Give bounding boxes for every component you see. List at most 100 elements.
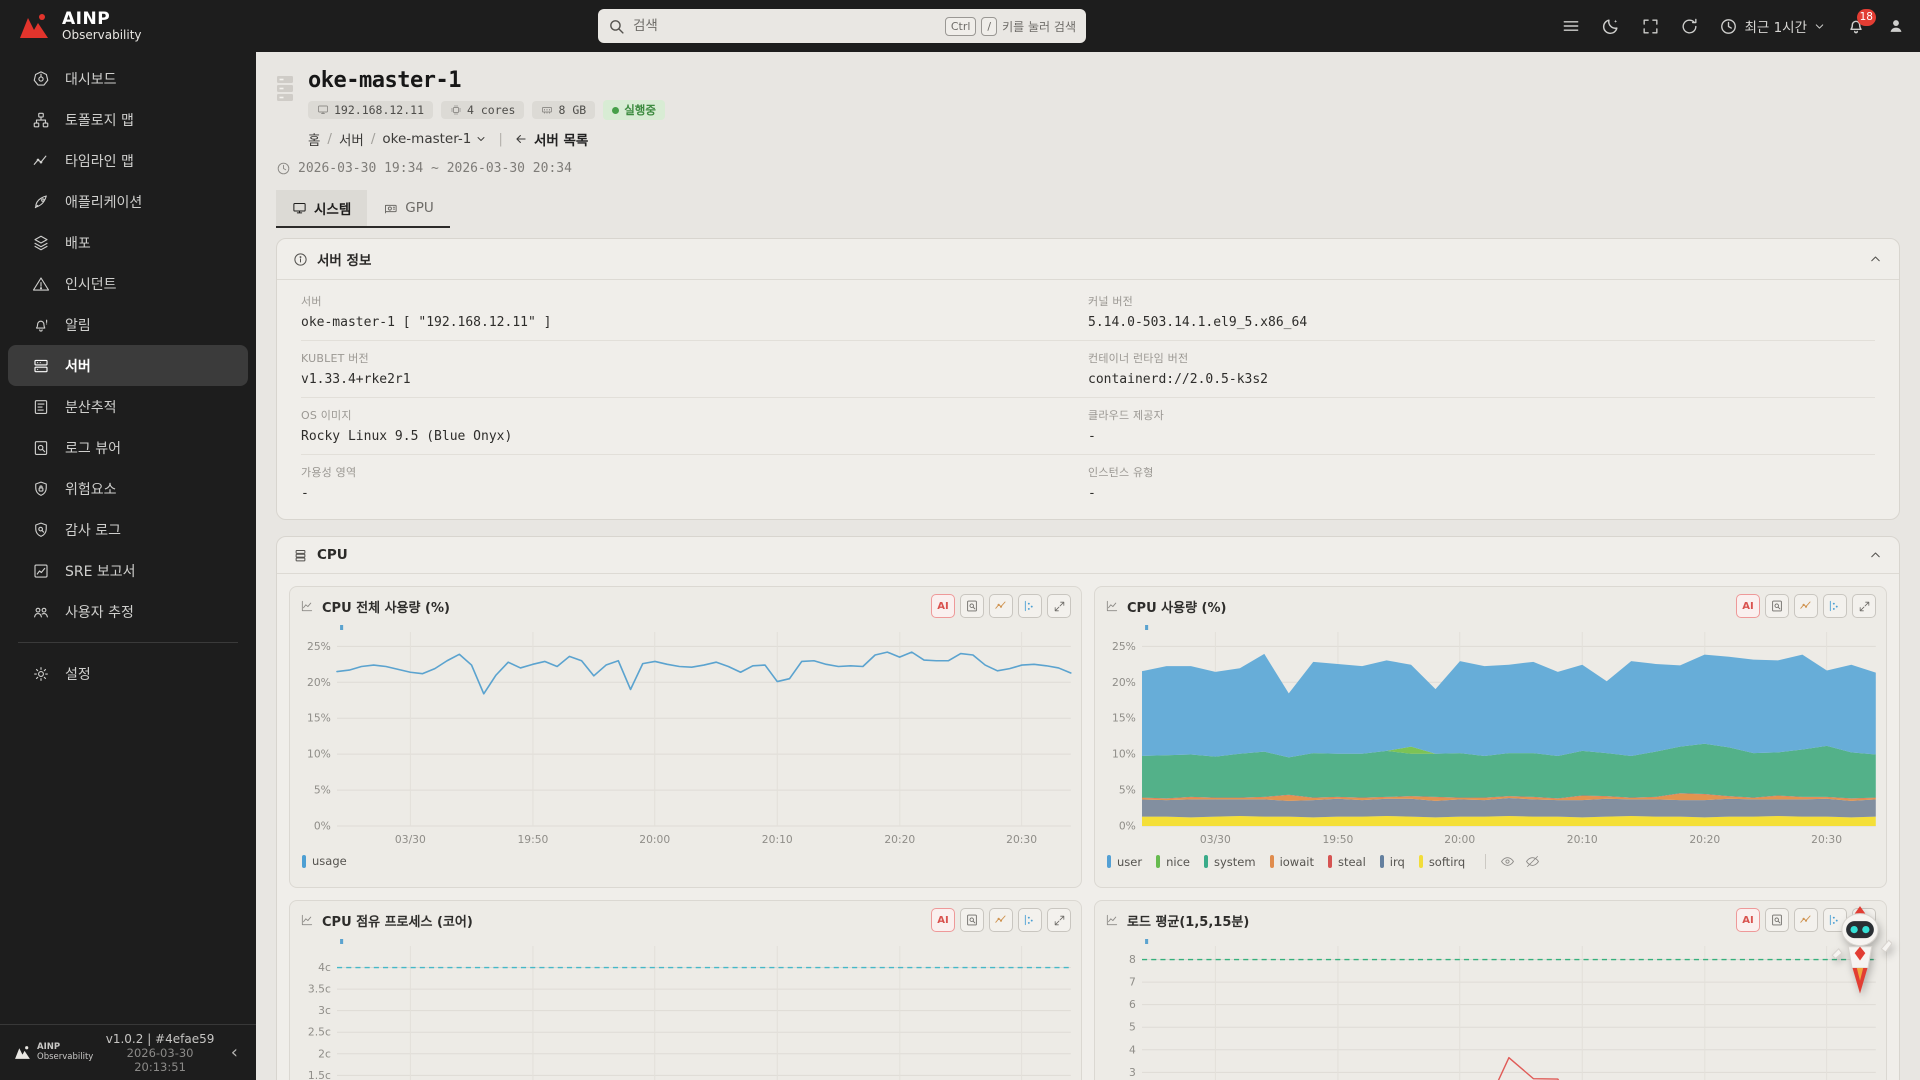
legend-tools — [1485, 854, 1540, 869]
tab-system[interactable]: 시스템 — [276, 190, 367, 226]
sidebar-item-application[interactable]: 애플리케이션 — [8, 181, 248, 222]
legend-item[interactable]: nice — [1156, 855, 1190, 869]
sidebar-item-servers[interactable]: 서버 — [8, 345, 248, 386]
notifications-button[interactable]: 18 — [1846, 16, 1866, 36]
ai-analyze-button[interactable]: AI — [1736, 594, 1760, 618]
legend-item[interactable]: softirq — [1419, 855, 1465, 869]
svg-text:5: 5 — [1129, 1021, 1136, 1034]
sidebar-item-user-estimation[interactable]: 사용자 추정 — [8, 591, 248, 632]
sidebar-item-incident[interactable]: 인시던트 — [8, 263, 248, 304]
user-profile-button[interactable] — [1886, 16, 1906, 36]
field-kubelet-version: KUBLET 버전v1.33.4+rke2r1 — [301, 341, 1088, 398]
load-average-chart[interactable]: 1234567803/3019:5020:0020:1020:2020:30 — [1095, 936, 1886, 1080]
expand-button[interactable] — [1852, 594, 1876, 618]
trend-view-button[interactable] — [989, 908, 1013, 932]
main-content: oke-master-1 192.168.12.11 4 cores 8 GB … — [256, 52, 1920, 1080]
footer-brand: AINPObservability — [14, 1043, 93, 1062]
breadcrumb-home[interactable]: 홈 — [308, 129, 320, 149]
sidebar-collapse-button[interactable]: ‹ — [227, 1042, 242, 1063]
log-inspect-button[interactable] — [960, 908, 984, 932]
menu-button[interactable] — [1561, 16, 1581, 36]
cpu-total-usage-chart[interactable]: 0%5%10%15%20%25%03/3019:5020:0020:1020:2… — [290, 622, 1081, 850]
ainp-mini-logo-icon — [14, 1045, 32, 1060]
cpu-usage-chart[interactable]: 0%5%10%15%20%25%03/3019:5020:0020:1020:2… — [1095, 622, 1886, 850]
expand-button[interactable] — [1047, 908, 1071, 932]
log-inspect-button[interactable] — [960, 594, 984, 618]
line-chart-icon — [1105, 913, 1119, 927]
dashboard-icon — [32, 70, 50, 88]
trend-view-button[interactable] — [1794, 908, 1818, 932]
users-icon — [32, 603, 50, 621]
ai-analyze-button[interactable]: AI — [931, 908, 955, 932]
log-search-icon — [32, 439, 50, 457]
chart-title: CPU 사용량 (%) — [1127, 597, 1728, 616]
ai-analyze-button[interactable]: AI — [1736, 908, 1760, 932]
chart-title: 로드 평균(1,5,15분) — [1127, 911, 1728, 930]
build-timestamp: 2026-03-30 20:13:51 — [101, 1046, 218, 1074]
legend-item[interactable]: user — [1107, 855, 1142, 869]
svg-text:19:50: 19:50 — [517, 833, 548, 846]
svg-text:10%: 10% — [1112, 748, 1136, 761]
scatter-view-button[interactable] — [1823, 594, 1847, 618]
legend-item[interactable]: steal — [1328, 855, 1366, 869]
legend-item[interactable]: irq — [1380, 855, 1405, 869]
notification-badge: 18 — [1857, 9, 1876, 26]
sidebar-item-settings[interactable]: 설정 — [8, 653, 248, 694]
sidebar-item-alerts[interactable]: 알림 — [8, 304, 248, 345]
sidebar-item-deployment[interactable]: 배포 — [8, 222, 248, 263]
sidebar-item-timeline-map[interactable]: 타임라인 맵 — [8, 140, 248, 181]
doc-search-icon — [965, 913, 979, 927]
svg-text:20:00: 20:00 — [639, 833, 670, 846]
breadcrumb-servers[interactable]: 서버 — [339, 129, 364, 149]
legend-item[interactable]: system — [1204, 855, 1256, 869]
svg-text:15%: 15% — [307, 712, 331, 725]
cpu-process-cores-chart[interactable]: 0.5c1c1.5c2c2.5c3c3.5c4c03/3019:5020:002… — [290, 936, 1081, 1080]
svg-text:7: 7 — [1129, 976, 1136, 989]
sidebar-item-dashboard[interactable]: 대시보드 — [8, 58, 248, 99]
dark-mode-toggle[interactable] — [1601, 16, 1621, 36]
legend-item[interactable]: iowait — [1270, 855, 1314, 869]
server-icon — [32, 357, 50, 375]
legend-item[interactable]: usage — [302, 854, 347, 868]
expand-button[interactable] — [1047, 594, 1071, 618]
sidebar-item-sre-report[interactable]: SRE 보고서 — [8, 550, 248, 591]
back-to-server-list[interactable]: 서버 목록 — [514, 129, 588, 149]
sidebar-item-risks[interactable]: 위험요소 — [8, 468, 248, 509]
refresh-button[interactable] — [1680, 17, 1699, 36]
memory-icon — [541, 104, 553, 116]
field-cloud-provider: 클라우드 제공자- — [1088, 398, 1875, 455]
show-all-eye-icon[interactable] — [1500, 854, 1515, 869]
sidebar-item-topology-map[interactable]: 토폴로지 맵 — [8, 99, 248, 140]
memory-badge: 8 GB — [532, 101, 595, 119]
field-server: 서버oke-master-1 [ "192.168.12.11" ] — [301, 284, 1088, 341]
info-icon — [293, 252, 308, 267]
trend-view-button[interactable] — [1794, 594, 1818, 618]
svg-text:3: 3 — [1129, 1066, 1136, 1079]
collapse-chevron-icon[interactable] — [1868, 548, 1883, 563]
svg-text:6: 6 — [1129, 998, 1136, 1011]
sidebar-item-tracing[interactable]: 분산추적 — [8, 386, 248, 427]
chart-card-cpu-total-usage: CPU 전체 사용량 (%) AI 0%5%10%15%20%25%03/301… — [289, 586, 1082, 888]
brand-logo[interactable]: AINP Observability — [0, 11, 142, 41]
expand-icon — [1858, 600, 1871, 613]
trend-view-button[interactable] — [989, 594, 1013, 618]
time-range-select[interactable]: 최근 1시간 — [1719, 16, 1826, 36]
log-inspect-button[interactable] — [1765, 908, 1789, 932]
sidebar-item-audit-log[interactable]: 감사 로그 — [8, 509, 248, 550]
sidebar-item-log-viewer[interactable]: 로그 뷰어 — [8, 427, 248, 468]
log-inspect-button[interactable] — [1765, 594, 1789, 618]
svg-text:20:20: 20:20 — [1689, 833, 1720, 846]
collapse-chevron-icon[interactable] — [1868, 252, 1883, 267]
scatter-view-button[interactable] — [1018, 594, 1042, 618]
global-search[interactable]: Ctrl / 키를 눌러 검색 — [598, 9, 1086, 43]
ai-chatbot-mascot[interactable] — [1828, 904, 1892, 998]
tab-gpu[interactable]: GPU — [367, 190, 449, 226]
ai-analyze-button[interactable]: AI — [931, 594, 955, 618]
hide-all-eye-off-icon[interactable] — [1525, 854, 1540, 869]
scatter-view-button[interactable] — [1018, 908, 1042, 932]
fullscreen-button[interactable] — [1641, 17, 1660, 36]
history-clock-icon — [1719, 17, 1738, 36]
rocket-icon — [32, 193, 50, 211]
breadcrumb-server-select[interactable]: oke-master-1 — [382, 131, 487, 147]
search-input[interactable] — [633, 18, 937, 34]
